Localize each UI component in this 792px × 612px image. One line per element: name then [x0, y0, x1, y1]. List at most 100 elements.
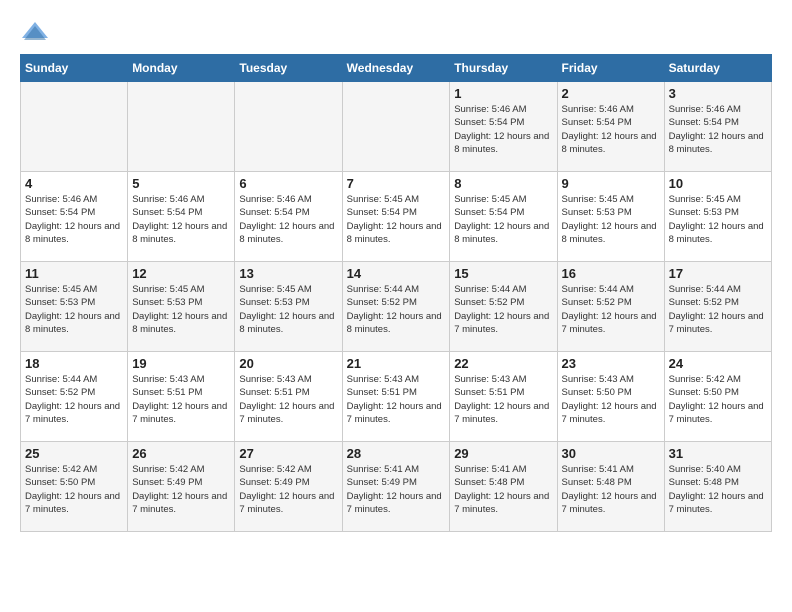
calendar-cell: 5 Sunrise: 5:46 AMSunset: 5:54 PMDaylight… [128, 172, 235, 262]
logo [20, 20, 54, 44]
calendar-week-3: 11 Sunrise: 5:45 AMSunset: 5:53 PMDayligh… [21, 262, 772, 352]
day-number: 25 [25, 446, 123, 461]
day-info: Sunrise: 5:43 AMSunset: 5:51 PMDaylight:… [454, 373, 552, 426]
calendar-cell: 2Sunrise: 5:46 AMSunset: 5:54 PMDaylight… [557, 82, 664, 172]
day-number: 1 [454, 86, 552, 101]
day-info: Sunrise: 5:42 AMSunset: 5:49 PMDaylight:… [239, 463, 337, 516]
calendar-cell: 1 Sunrise: 5:46 AMSunset: 5:54 PMDaylight… [450, 82, 557, 172]
day-number: 18 [25, 356, 123, 371]
day-info: Sunrise: 5:41 AMSunset: 5:49 PMDaylight:… [347, 463, 446, 516]
day-info: Sunrise: 5:44 AMSunset: 5:52 PMDaylight:… [562, 283, 660, 336]
calendar-cell: 7 Sunrise: 5:45 AMSunset: 5:54 PMDaylight… [342, 172, 450, 262]
day-number: 15 [454, 266, 552, 281]
day-number: 14 [347, 266, 446, 281]
day-number: 28 [347, 446, 446, 461]
calendar-cell: 17Sunrise: 5:44 AMSunset: 5:52 PMDayligh… [664, 262, 771, 352]
day-number: 12 [132, 266, 230, 281]
day-info: Sunrise: 5:44 AMSunset: 5:52 PMDaylight:… [454, 283, 552, 336]
calendar-cell: 3 Sunrise: 5:46 AMSunset: 5:54 PMDaylight… [664, 82, 771, 172]
day-info: Sunrise: 5:46 AMSunset: 5:54 PMDaylight:… [562, 103, 660, 156]
day-number: 11 [25, 266, 123, 281]
weekday-header-sunday: Sunday [21, 55, 128, 82]
day-info: Sunrise: 5:45 AMSunset: 5:53 PMDaylight:… [669, 193, 767, 246]
day-number: 19 [132, 356, 230, 371]
calendar-cell: 24Sunrise: 5:42 AMSunset: 5:50 PMDayligh… [664, 352, 771, 442]
day-number: 8 [454, 176, 552, 191]
day-info: Sunrise: 5:45 AMSunset: 5:54 PMDaylight:… [347, 193, 446, 246]
calendar-header: SundayMondayTuesdayWednesdayThursdayFrid… [21, 55, 772, 82]
calendar-cell: 26Sunrise: 5:42 AMSunset: 5:49 PMDayligh… [128, 442, 235, 532]
weekday-header-tuesday: Tuesday [235, 55, 342, 82]
calendar-cell: 6Sunrise: 5:46 AMSunset: 5:54 PMDaylight… [235, 172, 342, 262]
day-number: 16 [562, 266, 660, 281]
day-info: Sunrise: 5:43 AMSunset: 5:51 PMDaylight:… [239, 373, 337, 426]
day-info: Sunrise: 5:45 AMSunset: 5:53 PMDaylight:… [25, 283, 123, 336]
day-number: 31 [669, 446, 767, 461]
day-number: 24 [669, 356, 767, 371]
day-info: Sunrise: 5:44 AMSunset: 5:52 PMDaylight:… [25, 373, 123, 426]
day-info: Sunrise: 5:42 AMSunset: 5:50 PMDaylight:… [25, 463, 123, 516]
day-info: Sunrise: 5:43 AMSunset: 5:50 PMDaylight:… [562, 373, 660, 426]
day-number: 13 [239, 266, 337, 281]
calendar-cell: 29Sunrise: 5:41 AMSunset: 5:48 PMDayligh… [450, 442, 557, 532]
calendar-cell: 20Sunrise: 5:43 AMSunset: 5:51 PMDayligh… [235, 352, 342, 442]
calendar-cell: 10 Sunrise: 5:45 AMSunset: 5:53 PMDayligh… [664, 172, 771, 262]
calendar-cell [342, 82, 450, 172]
calendar-cell: 16 Sunrise: 5:44 AMSunset: 5:52 PMDayligh… [557, 262, 664, 352]
calendar-cell: 12 Sunrise: 5:45 AMSunset: 5:53 PMDayligh… [128, 262, 235, 352]
calendar-cell: 28 Sunrise: 5:41 AMSunset: 5:49 PMDayligh… [342, 442, 450, 532]
day-info: Sunrise: 5:45 AMSunset: 5:53 PMDaylight:… [562, 193, 660, 246]
day-number: 10 [669, 176, 767, 191]
day-info: Sunrise: 5:46 AMSunset: 5:54 PMDaylight:… [454, 103, 552, 156]
day-info: Sunrise: 5:44 AMSunset: 5:52 PMDaylight:… [347, 283, 446, 336]
day-info: Sunrise: 5:46 AMSunset: 5:54 PMDaylight:… [669, 103, 767, 156]
calendar-cell: 25 Sunrise: 5:42 AMSunset: 5:50 PMDayligh… [21, 442, 128, 532]
day-number: 27 [239, 446, 337, 461]
calendar-cell: 9 Sunrise: 5:45 AMSunset: 5:53 PMDaylight… [557, 172, 664, 262]
calendar-cell: 22 Sunrise: 5:43 AMSunset: 5:51 PMDayligh… [450, 352, 557, 442]
calendar-cell: 19 Sunrise: 5:43 AMSunset: 5:51 PMDayligh… [128, 352, 235, 442]
calendar-cell: 30Sunrise: 5:41 AMSunset: 5:48 PMDayligh… [557, 442, 664, 532]
day-number: 3 [669, 86, 767, 101]
day-info: Sunrise: 5:46 AMSunset: 5:54 PMDaylight:… [25, 193, 123, 246]
weekday-header-wednesday: Wednesday [342, 55, 450, 82]
day-info: Sunrise: 5:45 AMSunset: 5:53 PMDaylight:… [132, 283, 230, 336]
day-info: Sunrise: 5:43 AMSunset: 5:51 PMDaylight:… [347, 373, 446, 426]
day-info: Sunrise: 5:42 AMSunset: 5:49 PMDaylight:… [132, 463, 230, 516]
day-info: Sunrise: 5:43 AMSunset: 5:51 PMDaylight:… [132, 373, 230, 426]
calendar-cell [128, 82, 235, 172]
calendar-cell: 14 Sunrise: 5:44 AMSunset: 5:52 PMDayligh… [342, 262, 450, 352]
calendar-table: SundayMondayTuesdayWednesdayThursdayFrid… [20, 54, 772, 532]
day-number: 6 [239, 176, 337, 191]
calendar-week-4: 18 Sunrise: 5:44 AMSunset: 5:52 PMDayligh… [21, 352, 772, 442]
page-header [20, 20, 772, 44]
calendar-week-1: 1 Sunrise: 5:46 AMSunset: 5:54 PMDaylight… [21, 82, 772, 172]
calendar-cell: 23Sunrise: 5:43 AMSunset: 5:50 PMDayligh… [557, 352, 664, 442]
calendar-cell [235, 82, 342, 172]
calendar-cell: 13Sunrise: 5:45 AMSunset: 5:53 PMDayligh… [235, 262, 342, 352]
day-number: 21 [347, 356, 446, 371]
day-number: 9 [562, 176, 660, 191]
calendar-cell: 31 Sunrise: 5:40 AMSunset: 5:48 PMDayligh… [664, 442, 771, 532]
day-number: 7 [347, 176, 446, 191]
day-info: Sunrise: 5:40 AMSunset: 5:48 PMDaylight:… [669, 463, 767, 516]
calendar-cell: 27 Sunrise: 5:42 AMSunset: 5:49 PMDayligh… [235, 442, 342, 532]
day-number: 29 [454, 446, 552, 461]
weekday-header-thursday: Thursday [450, 55, 557, 82]
weekday-header-saturday: Saturday [664, 55, 771, 82]
day-number: 17 [669, 266, 767, 281]
calendar-cell: 8Sunrise: 5:45 AMSunset: 5:54 PMDaylight… [450, 172, 557, 262]
calendar-cell [21, 82, 128, 172]
day-info: Sunrise: 5:46 AMSunset: 5:54 PMDaylight:… [132, 193, 230, 246]
calendar-cell: 18 Sunrise: 5:44 AMSunset: 5:52 PMDayligh… [21, 352, 128, 442]
calendar-week-2: 4 Sunrise: 5:46 AMSunset: 5:54 PMDaylight… [21, 172, 772, 262]
day-info: Sunrise: 5:41 AMSunset: 5:48 PMDaylight:… [562, 463, 660, 516]
calendar-cell: 11 Sunrise: 5:45 AMSunset: 5:53 PMDayligh… [21, 262, 128, 352]
weekday-header-friday: Friday [557, 55, 664, 82]
day-number: 4 [25, 176, 123, 191]
day-number: 22 [454, 356, 552, 371]
calendar-cell: 21 Sunrise: 5:43 AMSunset: 5:51 PMDayligh… [342, 352, 450, 442]
day-number: 5 [132, 176, 230, 191]
calendar-week-5: 25 Sunrise: 5:42 AMSunset: 5:50 PMDayligh… [21, 442, 772, 532]
calendar-cell: 15 Sunrise: 5:44 AMSunset: 5:52 PMDayligh… [450, 262, 557, 352]
